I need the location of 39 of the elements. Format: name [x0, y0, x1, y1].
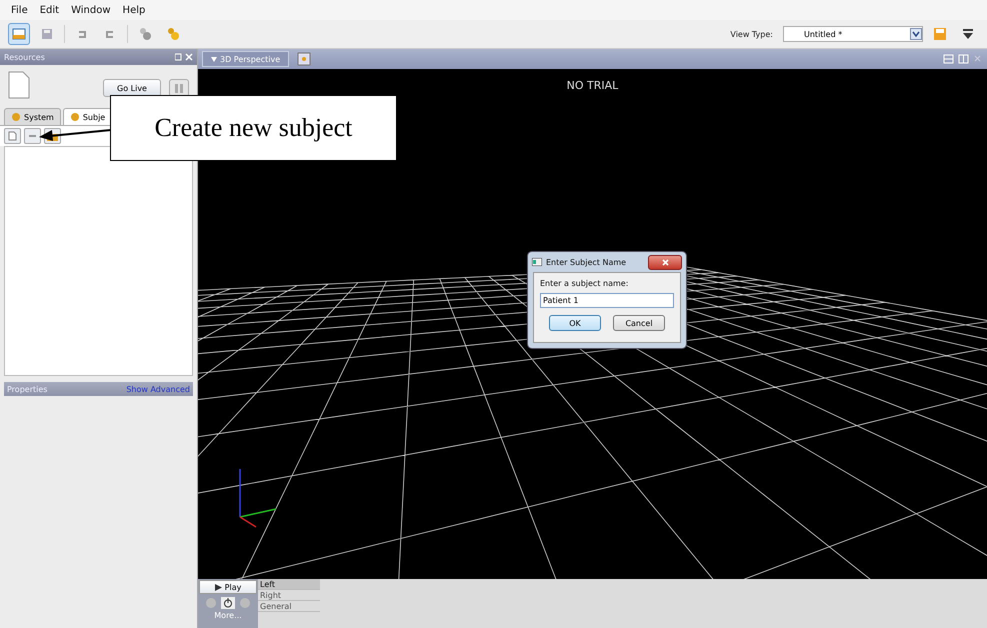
tab-icon: [70, 112, 80, 122]
panel-title: Resources: [4, 52, 45, 62]
document-icon: [8, 71, 30, 99]
new-subject-icon[interactable]: [4, 128, 21, 144]
menu-item[interactable]: Help: [118, 4, 150, 16]
close-button[interactable]: [648, 254, 682, 270]
view-option[interactable]: Left: [258, 579, 320, 590]
dialog-button[interactable]: OK: [549, 315, 601, 331]
panel-tab[interactable]: System: [4, 108, 61, 125]
power-icon[interactable]: [221, 597, 235, 609]
subject-name-field[interactable]: Patient 1: [540, 293, 674, 308]
view-type-dropdown[interactable]: Untitled *: [783, 26, 923, 42]
circle-icon[interactable]: [205, 597, 217, 609]
layout-icon[interactable]: [943, 54, 983, 64]
go-live-button[interactable]: Go Live: [103, 79, 161, 97]
dialog-title: Enter Subject Name: [546, 258, 626, 266]
new-file-icon[interactable]: [8, 23, 30, 45]
view-type-label: View Type:: [730, 30, 773, 38]
watermark-label: NO TRIAL: [566, 79, 618, 92]
chevron-down-icon: [910, 28, 922, 40]
axes-icon: [239, 469, 276, 528]
window-icon: [532, 258, 542, 266]
panel-title: Properties: [7, 384, 48, 394]
close-icon[interactable]: [175, 53, 193, 61]
panel-tab[interactable]: Subje: [62, 108, 112, 125]
play-icon: [214, 584, 222, 590]
dialog-button[interactable]: Cancel: [613, 315, 665, 331]
menu-item[interactable]: File: [6, 4, 33, 16]
view-option[interactable]: Right: [258, 590, 320, 601]
circle-icon[interactable]: [239, 597, 251, 609]
play-button[interactable]: Play: [199, 580, 257, 594]
menu-item[interactable]: Edit: [34, 4, 64, 16]
pause-icon: [175, 84, 183, 92]
menu-item[interactable]: Window: [66, 4, 116, 16]
close-icon: [662, 258, 668, 266]
caret-icon: [211, 56, 217, 62]
dialog-prompt: Enter a subject name:: [540, 279, 630, 288]
view-option[interactable]: General: [258, 601, 320, 612]
tab-icon: [11, 112, 21, 122]
